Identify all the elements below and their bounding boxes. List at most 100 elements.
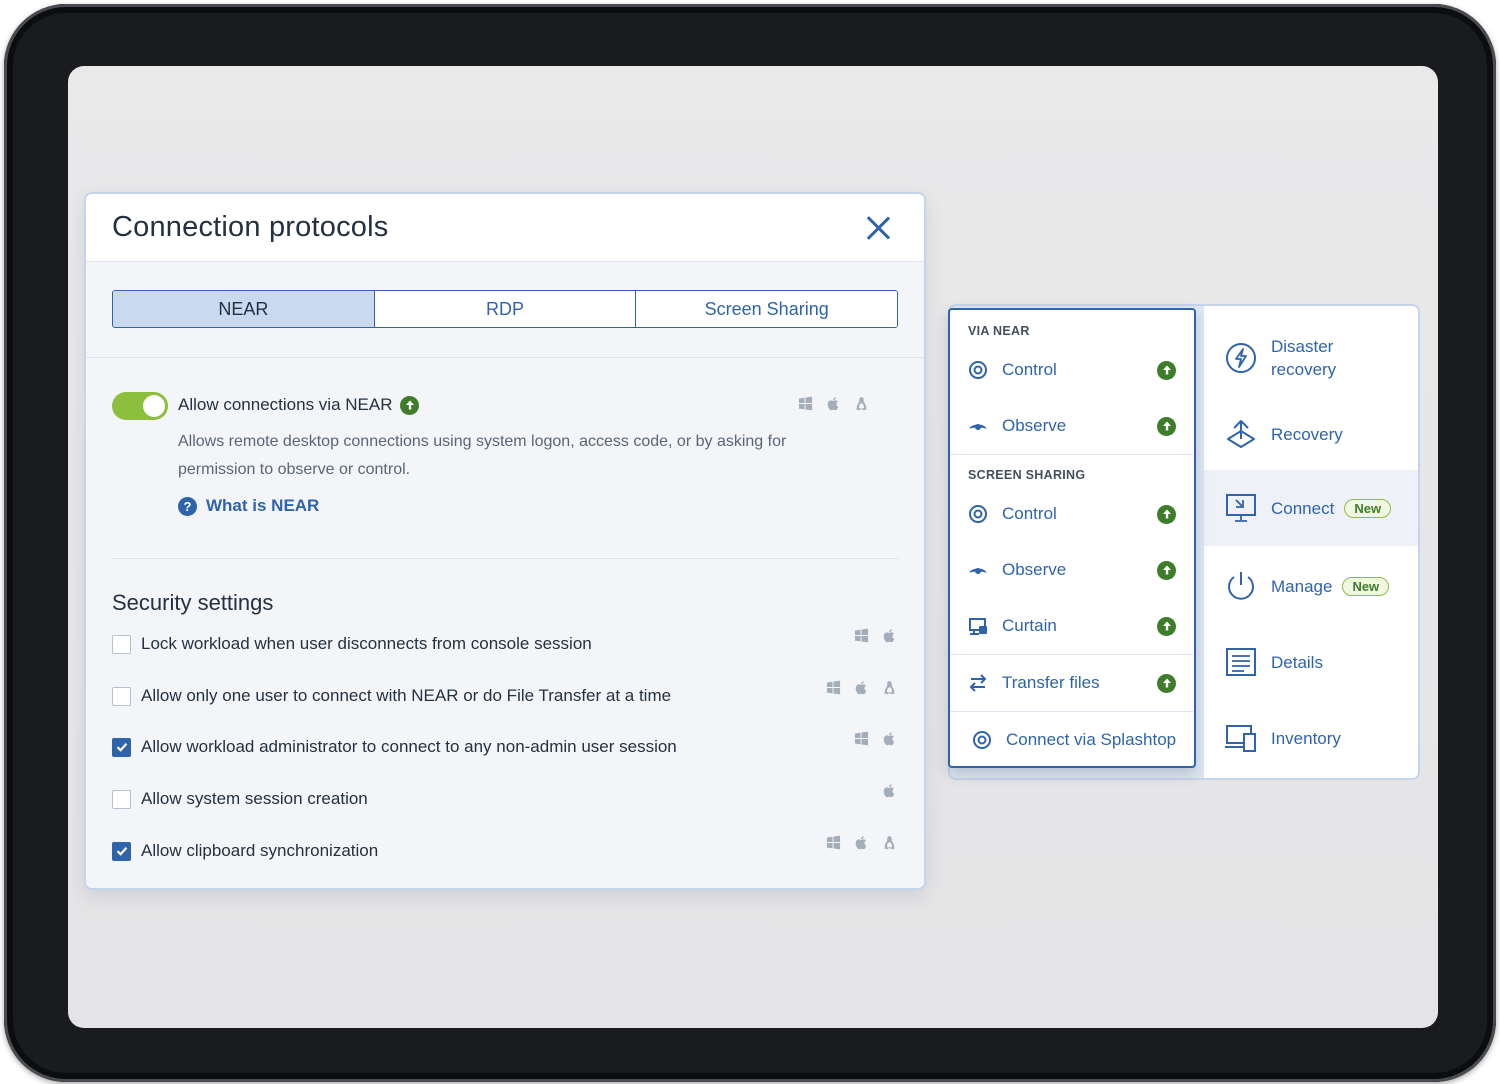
popup-divider <box>950 454 1194 455</box>
linux-icon <box>884 836 895 850</box>
security-settings-title: Security settings <box>112 590 274 615</box>
splashtop-item[interactable]: Connect via Splashtop <box>950 720 1194 760</box>
pop-item-label: Observe <box>1002 560 1067 579</box>
security-row-label: Allow system session creation <box>141 789 368 808</box>
upgrade-arrow-icon <box>1157 504 1176 524</box>
tab-near[interactable]: NEAR <box>113 291 375 327</box>
security-row-system-session: Allow system session creation <box>112 787 898 811</box>
apple-icon <box>883 732 895 746</box>
allow-near-toggle[interactable] <box>112 392 168 420</box>
curtain-icon <box>969 618 987 635</box>
menu-item-label: Connect <box>1271 498 1335 518</box>
new-badge: New <box>1344 498 1392 518</box>
near-section: Allow connections via NEAR Allows remote… <box>86 358 924 558</box>
row4-os-icons <box>882 783 897 798</box>
tabs-area: NEAR RDP Screen Sharing <box>86 262 924 358</box>
recovery-icon <box>1227 420 1255 448</box>
security-row-clipboard: Allow clipboard synchronization <box>112 839 898 863</box>
tab-rdp[interactable]: RDP <box>374 291 637 327</box>
security-row-label: Lock workload when user disconnects from… <box>141 634 592 653</box>
tab-screen-sharing[interactable]: Screen Sharing <box>636 291 897 327</box>
menu-item-label: Inventory <box>1271 728 1341 748</box>
lightning-icon <box>1226 343 1256 373</box>
target-icon <box>969 361 987 379</box>
near-description: Allows remote desktop connections using … <box>178 433 787 478</box>
menu-item-label: Manage <box>1271 576 1333 596</box>
screen-sharing-heading: SCREEN SHARING <box>968 468 1086 482</box>
pop-item-label: Transfer files <box>1002 673 1100 692</box>
apple-icon <box>855 836 867 850</box>
pop-item-label: Control <box>1002 360 1057 379</box>
protocol-tabs: NEAR RDP Screen Sharing <box>112 290 898 328</box>
target-icon <box>973 731 991 749</box>
menu-item-recovery[interactable]: Recovery <box>1204 404 1418 464</box>
what-is-near-link[interactable]: ? What is NEAR <box>178 496 319 516</box>
row5-os-icons <box>826 835 897 850</box>
connect-icon <box>1226 494 1256 522</box>
popup-divider <box>950 654 1194 655</box>
row1-os-icons <box>854 628 897 643</box>
connection-protocols-dialog: Connection protocols NEAR RDP Screen Sha… <box>84 192 926 890</box>
security-row-label: Allow only one user to connect with NEAR… <box>141 686 672 705</box>
upgrade-arrow-icon <box>1157 673 1176 693</box>
pop-item-label: Observe <box>1002 416 1067 435</box>
transfer-files-item[interactable]: Transfer files <box>950 663 1194 703</box>
apple-icon <box>855 681 867 695</box>
security-row-one-user: Allow only one user to connect with NEAR… <box>112 684 898 708</box>
allow-near-label: Allow connections via NEAR <box>178 395 393 414</box>
via-near-heading: VIA NEAR <box>968 324 1030 338</box>
apple-icon <box>883 784 895 798</box>
clipboard-sync-checkbox[interactable] <box>112 841 131 861</box>
menu-item-details[interactable]: Details <box>1204 632 1418 692</box>
section-divider <box>112 558 898 559</box>
ss-control-item[interactable]: Control <box>950 494 1194 534</box>
linux-icon <box>884 681 895 695</box>
menu-item-inventory[interactable]: Inventory <box>1204 708 1418 768</box>
upgrade-arrow-icon <box>400 395 420 415</box>
workload-actions-menu: Disaster recovery Recovery Connect New M… <box>1204 306 1418 778</box>
upgrade-arrow-icon <box>1157 616 1176 636</box>
power-icon <box>1228 572 1254 600</box>
ss-curtain-item[interactable]: Curtain <box>950 606 1194 646</box>
pop-item-label: Control <box>1002 504 1057 523</box>
details-icon <box>1226 648 1256 676</box>
security-row-label: Allow workload administrator to connect … <box>141 737 677 756</box>
question-icon: ? <box>178 496 197 516</box>
near-label-row: Allow connections via NEAR <box>178 395 420 415</box>
checkmark-icon <box>116 743 127 752</box>
transfer-arrows-icon <box>969 674 987 692</box>
windows-icon <box>826 835 841 850</box>
ss-observe-item[interactable]: Observe <box>950 550 1194 590</box>
menu-item-manage[interactable]: Manage New <box>1204 556 1418 616</box>
security-row-admin-connect: Allow workload administrator to connect … <box>112 735 898 759</box>
connect-submenu: VIA NEAR Control Observe SCREEN SHARING … <box>948 308 1196 768</box>
windows-icon <box>826 680 841 695</box>
menu-item-label: Disaster recovery <box>1271 337 1337 379</box>
apple-icon <box>827 397 839 411</box>
new-badge: New <box>1342 576 1390 596</box>
menu-item-label: Details <box>1271 652 1323 672</box>
upgrade-arrow-icon <box>1157 360 1176 380</box>
upgrade-arrow-icon <box>1157 416 1176 436</box>
menu-item-disaster-recovery[interactable]: Disaster recovery <box>1204 328 1418 388</box>
menu-item-label: Recovery <box>1271 424 1343 444</box>
inventory-icon <box>1225 725 1256 752</box>
row3-os-icons <box>854 731 897 746</box>
one-user-checkbox[interactable] <box>112 686 131 706</box>
pop-item-label: Connect via Splashtop <box>1006 730 1177 749</box>
menu-item-connect[interactable]: Connect New <box>1204 470 1418 546</box>
close-icon[interactable] <box>864 214 892 242</box>
checkmark-icon <box>116 847 127 856</box>
dialog-title: Connection protocols <box>112 211 389 243</box>
windows-icon <box>798 396 813 411</box>
near-observe-item[interactable]: Observe <box>950 406 1194 446</box>
windows-icon <box>854 628 869 643</box>
what-is-near-label: What is NEAR <box>206 496 320 515</box>
lock-workload-checkbox[interactable] <box>112 634 131 654</box>
dialog-header: Connection protocols <box>86 194 924 262</box>
system-session-checkbox[interactable] <box>112 789 131 809</box>
security-row-lock-workload: Lock workload when user disconnects from… <box>112 632 898 656</box>
near-control-item[interactable]: Control <box>950 350 1194 390</box>
upgrade-arrow-icon <box>1157 560 1176 580</box>
admin-connect-checkbox[interactable] <box>112 737 131 757</box>
